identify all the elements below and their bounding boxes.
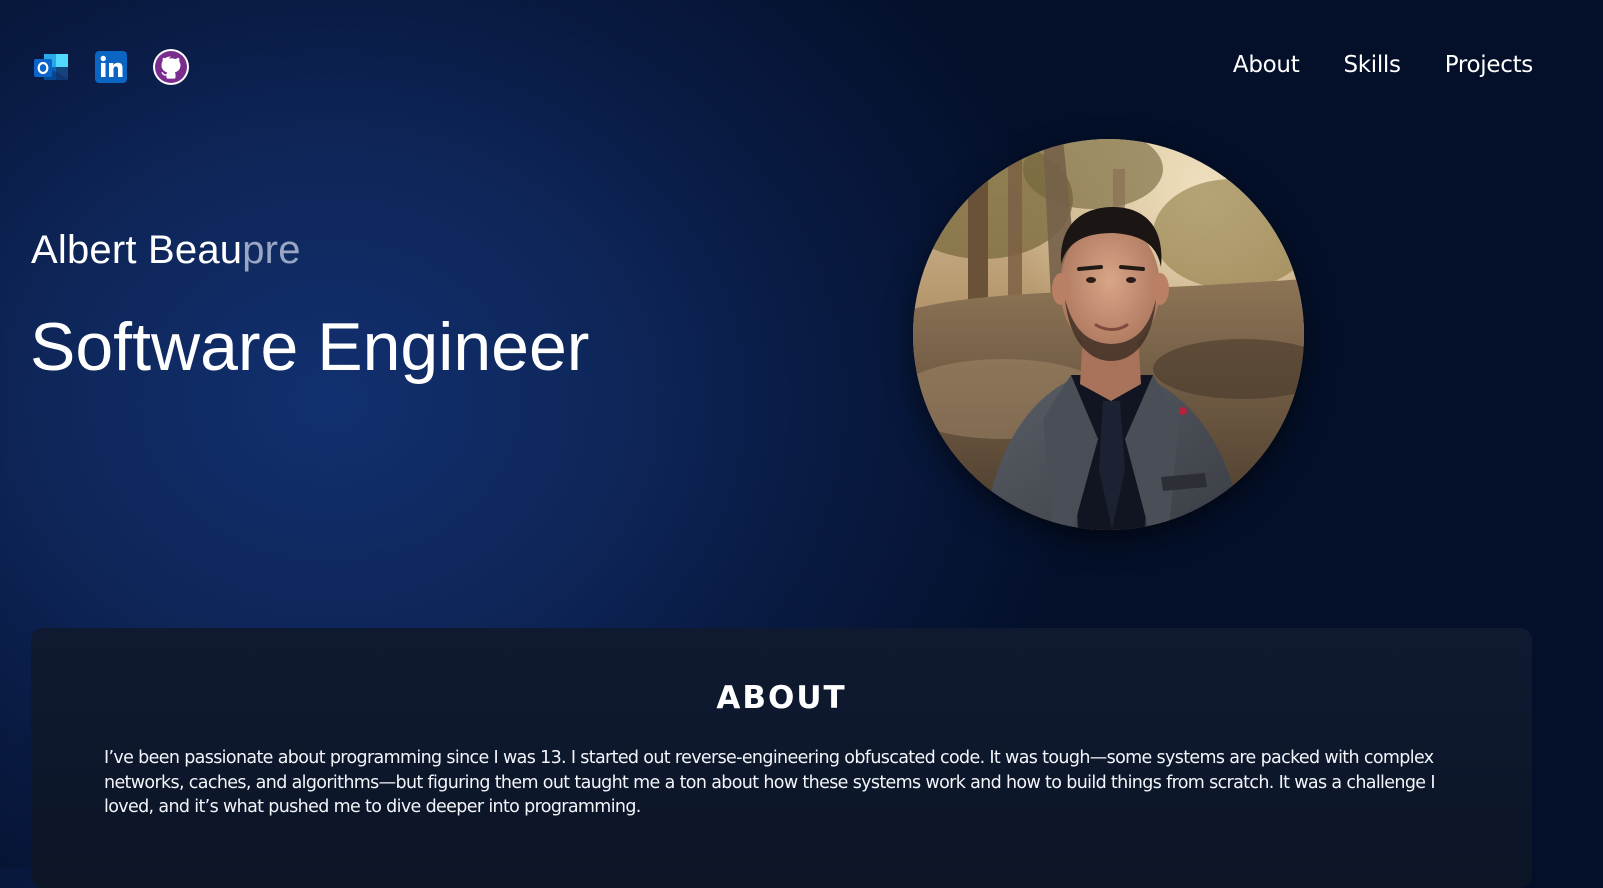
hero-role: Software Engineer xyxy=(30,309,590,385)
about-heading: ABOUT xyxy=(716,680,847,716)
outlook-icon xyxy=(34,54,68,80)
linkedin-link[interactable] xyxy=(92,48,130,86)
outlook-link[interactable] xyxy=(32,48,70,86)
main-nav: About Skills Projects xyxy=(1189,52,1533,78)
portrait-photo xyxy=(913,139,1304,530)
about-section: ABOUT I’ve been passionate about program… xyxy=(31,628,1532,888)
nav-about-link[interactable]: About xyxy=(1233,52,1300,78)
nav-skills-link[interactable]: Skills xyxy=(1343,52,1401,78)
hero-name-typing: pre xyxy=(242,228,301,272)
profile-photo xyxy=(913,139,1304,530)
about-paragraph: I’ve been passionate about programming s… xyxy=(104,748,1435,817)
hero-name: Albert Beaupre xyxy=(31,228,301,273)
social-links xyxy=(32,48,212,86)
github-icon xyxy=(153,49,189,85)
nav-projects-link[interactable]: Projects xyxy=(1445,52,1534,78)
linkedin-icon xyxy=(95,51,127,83)
hero-name-solid: Albert Beau xyxy=(31,228,243,272)
github-link[interactable] xyxy=(152,48,190,86)
